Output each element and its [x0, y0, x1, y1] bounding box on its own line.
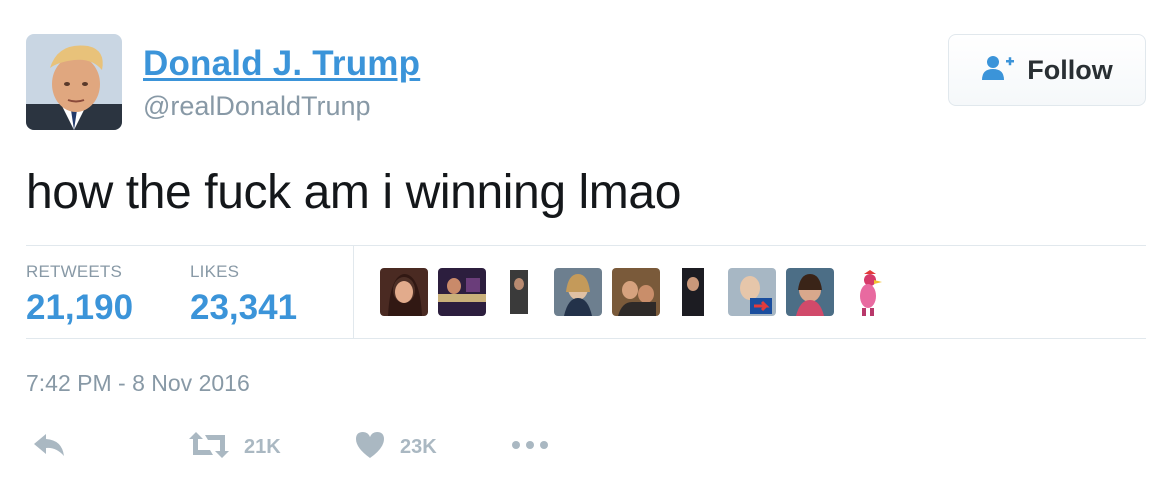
likes-stat[interactable]: LIKES 23,341	[190, 262, 297, 328]
add-user-icon	[981, 54, 1017, 87]
more-button[interactable]	[511, 430, 549, 465]
follow-button[interactable]: Follow	[948, 34, 1146, 106]
reply-button[interactable]	[32, 430, 66, 465]
liker-avatars	[380, 268, 892, 316]
heart-icon	[354, 430, 386, 465]
retweet-count: 21K	[244, 436, 281, 458]
liker-avatar[interactable]	[438, 268, 486, 316]
reply-icon	[32, 430, 66, 465]
retweets-stat[interactable]: RETWEETS 21,190	[26, 262, 133, 328]
liker-avatar[interactable]	[612, 268, 660, 316]
retweets-value: 21,190	[26, 288, 134, 327]
liker-avatar[interactable]	[380, 268, 428, 316]
liker-avatar[interactable]	[728, 268, 776, 316]
tweet-text: how the fuck am i winning lmao	[26, 166, 681, 219]
more-icon	[511, 430, 549, 465]
retweet-button[interactable]: 21K	[188, 430, 281, 465]
user-display-name[interactable]: Donald J. Trump	[143, 44, 420, 84]
retweet-icon	[188, 430, 230, 465]
likes-label: LIKES	[190, 262, 240, 281]
follow-button-label: Follow	[1027, 54, 1113, 85]
divider-bottom	[26, 338, 1146, 339]
profile-avatar[interactable]	[26, 34, 122, 130]
liker-avatar[interactable]	[496, 268, 544, 316]
stats-separator	[353, 246, 354, 338]
liker-avatar[interactable]	[786, 268, 834, 316]
user-handle[interactable]: @realDonaldTrunp	[143, 91, 371, 122]
likes-value: 23,341	[190, 288, 298, 327]
tweet-card: Donald J. Trump @realDonaldTrunp Follow …	[0, 0, 1164, 500]
liker-avatar[interactable]	[554, 268, 602, 316]
retweets-label: RETWEETS	[26, 262, 123, 281]
like-button[interactable]: 23K	[354, 430, 437, 465]
liker-avatar[interactable]	[844, 268, 892, 316]
tweet-timestamp[interactable]: 7:42 PM - 8 Nov 2016	[26, 370, 250, 397]
liker-avatar[interactable]	[670, 268, 718, 316]
like-count: 23K	[400, 436, 437, 458]
profile-photo	[26, 34, 122, 130]
divider-top	[26, 245, 1146, 246]
